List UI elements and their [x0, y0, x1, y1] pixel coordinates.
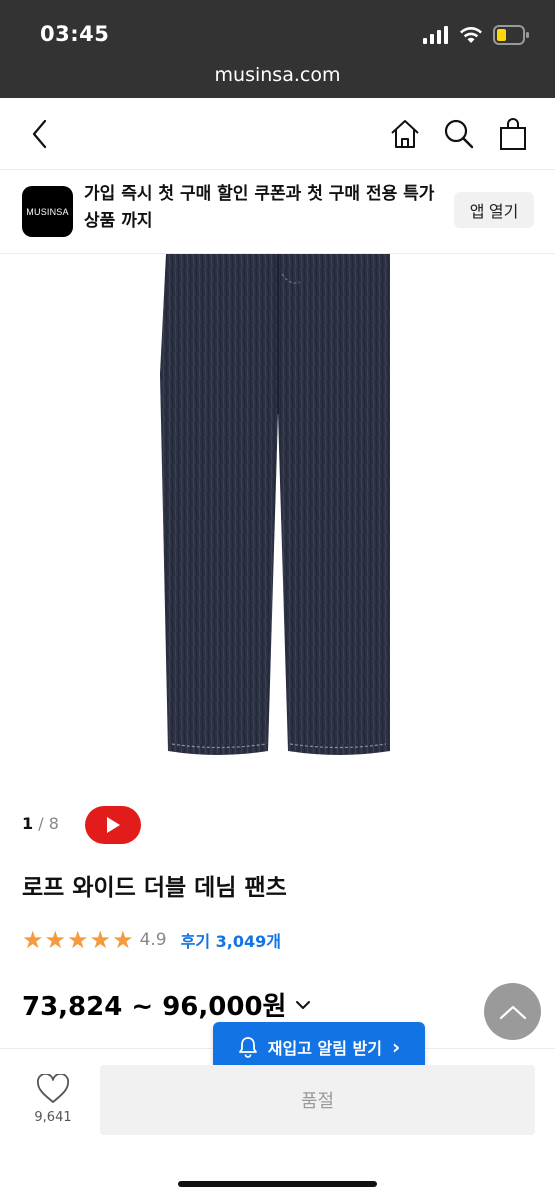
rating-stars: ★ ★ ★ ★ ★: [22, 928, 134, 952]
open-app-button[interactable]: 앱 열기: [454, 192, 534, 228]
rating-value: 4.9: [139, 930, 167, 950]
review-count-link[interactable]: 후기 3,049개: [181, 928, 281, 952]
chevron-right-icon: ›: [391, 1035, 401, 1059]
star-icon: ★: [112, 926, 134, 954]
search-button[interactable]: [439, 114, 479, 154]
banner-message: 가입 즉시 첫 구매 할인 쿠폰과 첫 구매 전용 특가 상품 까지: [84, 184, 435, 231]
product-title: 로프 와이드 더블 데님 팬츠: [22, 875, 287, 901]
status-icons: [423, 24, 529, 46]
search-icon: [444, 119, 474, 149]
status-time: 03:45: [40, 22, 110, 46]
image-total: / 8: [38, 814, 59, 833]
scroll-to-top-button[interactable]: [484, 983, 541, 1040]
musinsa-app-logo: MUSINSA: [22, 186, 73, 237]
bell-icon: [238, 1037, 257, 1058]
image-counter: 1 / 8: [22, 814, 59, 833]
cart-button[interactable]: [493, 114, 533, 154]
star-icon: ★: [89, 926, 112, 954]
like-count: 9,641: [34, 1110, 72, 1125]
product-rating: ★ ★ ★ ★ ★ 4.9 후기 3,049개: [22, 928, 281, 952]
current-image-index: 1: [22, 814, 34, 833]
wifi-icon: [460, 27, 482, 43]
product-image-gallery[interactable]: [0, 254, 555, 774]
chevron-up-icon: [499, 1005, 526, 1019]
star-icon: ★: [22, 926, 44, 954]
shopping-bag-icon: [500, 118, 526, 150]
app-install-banner[interactable]: MUSINSA 가입 즉시 첫 구매 할인 쿠폰과 첫 구매 전용 특가 상품 …: [0, 170, 555, 254]
home-button[interactable]: [385, 114, 425, 154]
soldout-button[interactable]: 품절: [100, 1065, 535, 1135]
cellular-signal-icon: [423, 26, 448, 44]
restock-label: 재입고 알림 받기: [267, 1039, 382, 1058]
back-button[interactable]: [20, 114, 60, 154]
browser-status-bar: 03:45 musinsa.com: [0, 0, 555, 98]
home-icon: [391, 120, 419, 148]
url-label[interactable]: musinsa.com: [0, 64, 555, 86]
home-indicator: [178, 1181, 377, 1187]
like-button[interactable]: 9,641: [26, 1072, 80, 1125]
top-nav-bar: [0, 98, 555, 170]
chevron-down-icon[interactable]: [292, 994, 314, 1016]
denim-pants-image: [160, 254, 390, 755]
heart-icon: [36, 1072, 70, 1103]
youtube-video-button[interactable]: [85, 806, 141, 844]
play-icon: [107, 817, 120, 833]
price-section[interactable]: 73,824 ~ 96,000원: [22, 986, 314, 1023]
chevron-left-icon: [32, 119, 47, 149]
battery-icon: [493, 25, 529, 45]
product-price: 73,824 ~ 96,000원: [22, 992, 287, 1022]
star-icon: ★: [44, 926, 67, 954]
star-icon: ★: [67, 926, 89, 954]
